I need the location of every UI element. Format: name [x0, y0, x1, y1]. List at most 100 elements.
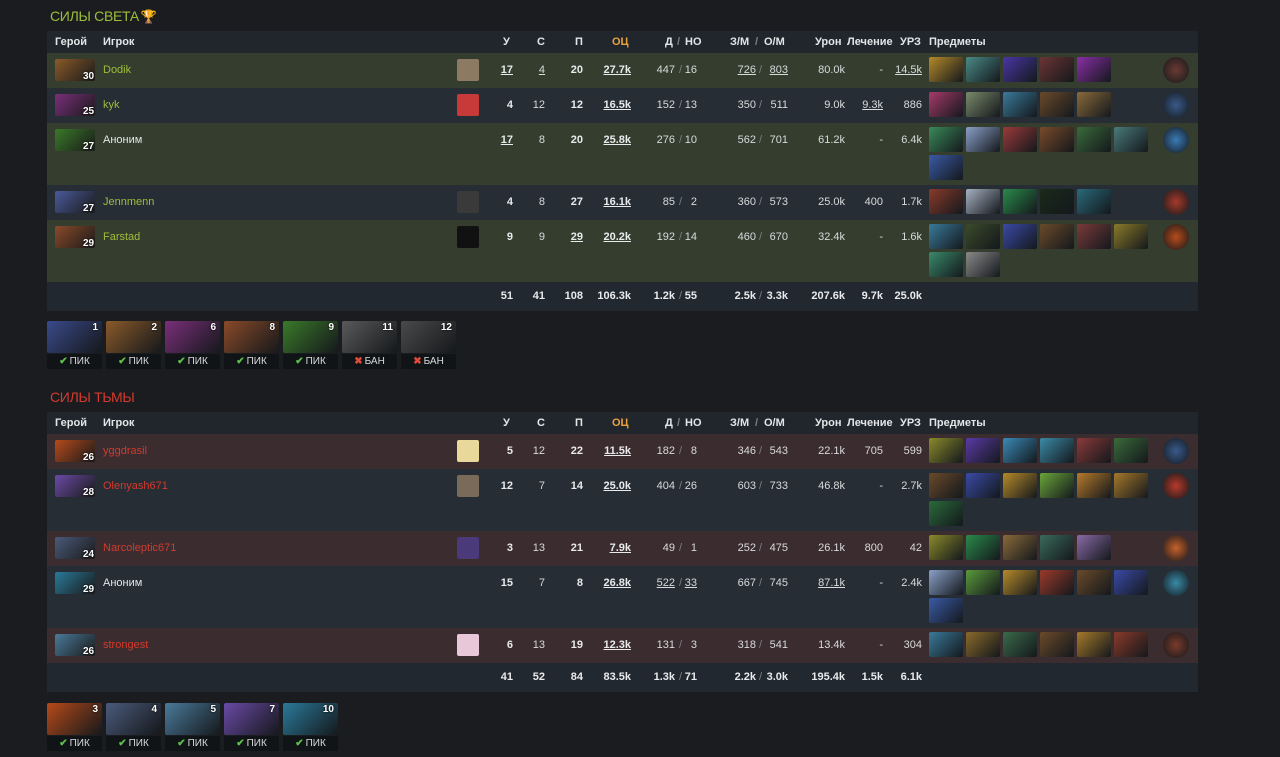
item-icon[interactable]	[929, 252, 963, 277]
item-icon[interactable]	[929, 92, 963, 117]
player-row[interactable]: 27 Аноним 17 8 20 25.8k 276/10 562/701 61.2k -6.4…	[47, 123, 1198, 185]
pick-hero-image[interactable]: 6	[165, 321, 220, 353]
item-icon[interactable]	[1003, 473, 1037, 498]
cell-networth[interactable]: 27.7k	[603, 64, 631, 76]
cell-building[interactable]: 14.5k	[895, 64, 922, 76]
header-hero[interactable]: Герой	[55, 417, 87, 429]
header-xpm[interactable]: О/М	[764, 417, 785, 429]
player-row[interactable]: 27 Jennmenn 4 8 27 16.1k 85/2 360/573 25.0k 400 1.…	[47, 185, 1198, 220]
pick-hero-image[interactable]: 4	[106, 703, 161, 735]
neutral-item-icon[interactable]	[1163, 189, 1189, 215]
pick-hero-image[interactable]: 7	[224, 703, 279, 735]
header-building[interactable]: УРЗ	[900, 36, 921, 48]
item-icon[interactable]	[1077, 189, 1111, 214]
header-heal[interactable]: Лечение	[847, 417, 893, 429]
cell-deaths[interactable]: 4	[539, 64, 545, 76]
item-icon[interactable]	[929, 189, 963, 214]
player-row[interactable]: 29 Farstad 9 9 29 20.2k 192/14 460/670 32.4k -1.6…	[47, 220, 1198, 282]
cell-networth[interactable]: 11.5k	[604, 445, 631, 457]
player-avatar[interactable]	[457, 537, 479, 559]
item-icon[interactable]	[929, 501, 963, 526]
header-items[interactable]: Предметы	[929, 36, 986, 48]
header-hero[interactable]: Герой	[55, 36, 87, 48]
cell-networth[interactable]: 7.9k	[610, 542, 631, 554]
item-icon[interactable]	[1077, 224, 1111, 249]
item-icon[interactable]	[929, 224, 963, 249]
item-icon[interactable]	[1003, 632, 1037, 657]
neutral-item-icon[interactable]	[1163, 92, 1189, 118]
item-icon[interactable]	[1114, 473, 1148, 498]
item-icon[interactable]	[1114, 632, 1148, 657]
item-icon[interactable]	[966, 473, 1000, 498]
header-deaths[interactable]: С	[537, 36, 545, 48]
header-heal[interactable]: Лечение	[847, 36, 893, 48]
pick-hero-image[interactable]: 2	[106, 321, 161, 353]
item-icon[interactable]	[1040, 92, 1074, 117]
item-icon[interactable]	[1114, 570, 1148, 595]
item-icon[interactable]	[1003, 224, 1037, 249]
item-icon[interactable]	[1040, 224, 1074, 249]
player-name[interactable]: Farstad	[103, 231, 140, 243]
item-icon[interactable]	[1040, 57, 1074, 82]
player-row[interactable]: 26 strongest 6 13 19 12.3k 131/3 318/541 13.4k -3…	[47, 628, 1198, 663]
cell-heal[interactable]: 9.3k	[862, 99, 883, 111]
pick-hero-image[interactable]: 8	[224, 321, 279, 353]
cell-networth[interactable]: 16.1k	[603, 196, 631, 208]
player-avatar[interactable]	[457, 440, 479, 462]
neutral-item-icon[interactable]	[1163, 127, 1189, 153]
header-xpm[interactable]: О/М	[764, 36, 785, 48]
player-row[interactable]: 29 Аноним 15 7 8 26.8k 522/33 667/745 87.1k -2.4k	[47, 566, 1198, 628]
header-building[interactable]: УРЗ	[900, 417, 921, 429]
player-row[interactable]: 25 kyk 4 12 12 16.5k 152/13 350/511 9.0k 9.3k 886	[47, 88, 1198, 123]
item-icon[interactable]	[1077, 473, 1111, 498]
player-avatar[interactable]	[457, 59, 479, 81]
neutral-item-icon[interactable]	[1163, 473, 1189, 499]
header-assists[interactable]: П	[575, 417, 583, 429]
item-icon[interactable]	[1077, 57, 1111, 82]
header-damage[interactable]: Урон	[815, 417, 842, 429]
neutral-item-icon[interactable]	[1163, 570, 1189, 596]
item-icon[interactable]	[966, 438, 1000, 463]
item-icon[interactable]	[1077, 438, 1111, 463]
item-icon[interactable]	[929, 438, 963, 463]
cell-lh[interactable]: 522	[657, 577, 675, 589]
pick-hero-image[interactable]: 1	[47, 321, 102, 353]
item-icon[interactable]	[1040, 632, 1074, 657]
player-row[interactable]: 24 Narcoleptic671 3 13 21 7.9k 49/1 252/475 26.1…	[47, 531, 1198, 566]
cell-damage[interactable]: 87.1k	[818, 577, 845, 589]
item-icon[interactable]	[1114, 224, 1148, 249]
pick-ban-slot[interactable]: 9 ✔ ПИК	[283, 321, 338, 369]
cell-networth[interactable]: 25.0k	[603, 480, 631, 492]
pick-ban-slot[interactable]: 4 ✔ ПИК	[106, 703, 161, 751]
item-icon[interactable]	[1003, 57, 1037, 82]
item-icon[interactable]	[1077, 570, 1111, 595]
header-player[interactable]: Игрок	[103, 36, 134, 48]
item-icon[interactable]	[966, 252, 1000, 277]
item-icon[interactable]	[1003, 92, 1037, 117]
header-assists[interactable]: П	[575, 36, 583, 48]
cell-assists[interactable]: 29	[571, 231, 583, 243]
item-icon[interactable]	[929, 57, 963, 82]
player-name[interactable]: Dodik	[103, 64, 131, 76]
item-icon[interactable]	[966, 57, 1000, 82]
cell-networth[interactable]: 12.3k	[603, 639, 631, 651]
cell-networth[interactable]: 20.2k	[603, 231, 631, 243]
neutral-item-icon[interactable]	[1163, 224, 1189, 250]
player-row[interactable]: 26 yggdrasil 5 12 22 11.5k 182/8 346/543 22.1k 70…	[47, 434, 1198, 469]
pick-ban-slot[interactable]: 12 ✖ БАН	[401, 321, 456, 369]
player-name[interactable]: Jennmenn	[103, 196, 154, 208]
cell-kills[interactable]: 17	[501, 134, 513, 146]
item-icon[interactable]	[1003, 570, 1037, 595]
header-dn[interactable]: НО	[685, 417, 702, 429]
pick-ban-slot[interactable]: 5 ✔ ПИК	[165, 703, 220, 751]
item-icon[interactable]	[929, 473, 963, 498]
pick-hero-image[interactable]: 11	[342, 321, 397, 353]
header-lh[interactable]: Д	[665, 36, 673, 48]
cell-gpm[interactable]: 726	[738, 64, 756, 76]
pick-ban-slot[interactable]: 10 ✔ ПИК	[283, 703, 338, 751]
neutral-item-icon[interactable]	[1163, 438, 1189, 464]
cell-dn[interactable]: 33	[685, 577, 697, 589]
cell-networth[interactable]: 25.8k	[603, 134, 631, 146]
cell-networth[interactable]: 26.8k	[603, 577, 631, 589]
item-icon[interactable]	[1040, 189, 1074, 214]
